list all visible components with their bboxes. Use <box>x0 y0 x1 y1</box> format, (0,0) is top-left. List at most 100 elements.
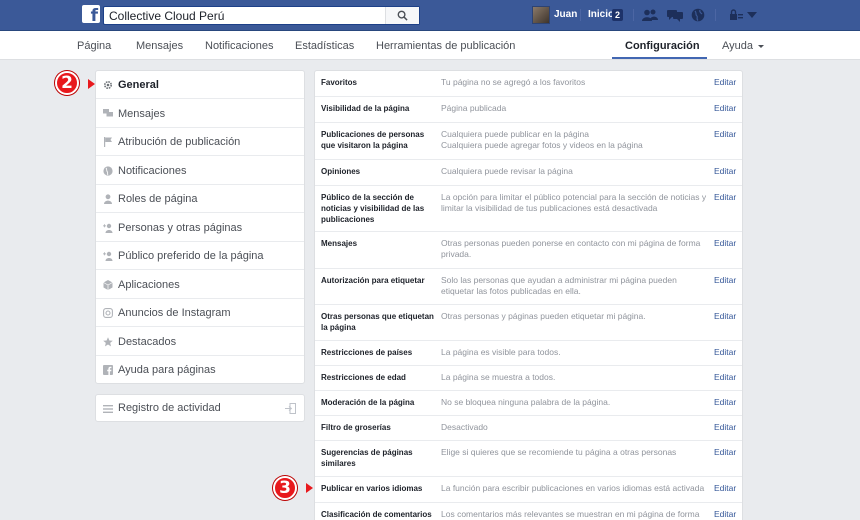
setting-row-publicaciones-de-personas: Publicaciones de personas que visitaron … <box>315 123 742 160</box>
activity-log-link[interactable]: Registro de actividad <box>95 394 305 422</box>
setting-row-filtro-groserias: Filtro de groserías Desactivado Editar <box>315 416 742 441</box>
setting-label: Autorización para etiquetar <box>321 276 425 285</box>
tab-herramientas-de-publicacion[interactable]: Herramientas de publicación <box>376 40 515 52</box>
home-link[interactable]: Inicio <box>588 9 614 20</box>
list-icon <box>103 404 113 414</box>
edit-link[interactable]: Editar <box>714 238 736 248</box>
sidebar-item-aplicaciones[interactable]: Aplicaciones <box>96 271 304 299</box>
sidebar-item-label: Notificaciones <box>118 164 187 177</box>
sidebar-item-atribucion-de-publicacion[interactable]: Atribución de publicación <box>96 128 304 156</box>
setting-label: Clasificación de comentarios <box>321 510 432 519</box>
edit-link[interactable]: Editar <box>714 129 736 139</box>
setting-value: La página se muestra a todos. <box>441 372 556 382</box>
setting-label: Público de la sección de noticias y visi… <box>321 193 425 224</box>
facebook-icon <box>103 365 113 375</box>
sidebar-item-label: General <box>118 79 159 91</box>
edit-link[interactable]: Editar <box>714 77 736 87</box>
settings-sidebar: General Mensajes Atribución de publicaci… <box>95 70 305 384</box>
search-box[interactable] <box>103 6 420 25</box>
setting-row-opiniones: Opiniones Cualquiera puede revisar la pá… <box>315 160 742 186</box>
search-input[interactable] <box>104 7 384 24</box>
setting-value: Página publicada <box>441 103 507 113</box>
star-icon <box>103 336 113 347</box>
person-plus-icon <box>103 251 113 261</box>
facebook-logo-icon[interactable]: f <box>82 5 100 23</box>
flag-icon <box>103 137 113 147</box>
sidebar-item-roles-de-pagina[interactable]: Roles de página <box>96 185 304 213</box>
setting-label: Otras personas que etiquetan la página <box>321 312 434 332</box>
page-navigation: Página Mensajes Notificaciones Estadísti… <box>0 31 860 60</box>
globe-icon <box>103 165 113 176</box>
sidebar-item-destacados[interactable]: Destacados <box>96 328 304 356</box>
search-icon <box>397 10 408 21</box>
account-menu-chevron-down-icon[interactable] <box>744 8 760 22</box>
setting-row-otras-personas-etiquetan: Otras personas que etiquetan la página O… <box>315 305 742 341</box>
sidebar-item-notificaciones[interactable]: Notificaciones <box>96 157 304 185</box>
setting-row-publico-seccion-noticias: Público de la sección de noticias y visi… <box>315 186 742 232</box>
step-marker-3: 3 <box>273 476 297 500</box>
tab-pagina[interactable]: Página <box>77 40 111 52</box>
sidebar-item-personas-y-otras-paginas[interactable]: Personas y otras páginas <box>96 214 304 242</box>
instagram-icon <box>103 308 113 318</box>
tab-ayuda[interactable]: Ayuda <box>722 40 764 52</box>
activity-log-label: Registro de actividad <box>118 402 221 414</box>
setting-value: Otras personas pueden ponerse en contact… <box>441 238 701 259</box>
edit-link[interactable]: Editar <box>714 103 736 113</box>
setting-value: Cualquiera puede publicar en la página C… <box>441 129 643 150</box>
setting-label: Publicar en varios idiomas <box>321 484 423 493</box>
friend-requests-icon[interactable] <box>642 8 658 22</box>
sidebar-item-label: Anuncios de Instagram <box>118 307 231 319</box>
edit-link[interactable]: Editar <box>714 483 736 493</box>
person-icon <box>103 194 113 204</box>
sidebar-item-label: Ayuda para páginas <box>118 364 216 376</box>
setting-row-mensajes: Mensajes Otras personas pueden ponerse e… <box>315 232 742 269</box>
chat-bubbles-icon <box>103 109 113 119</box>
setting-row-clasificacion-comentarios: Clasificación de comentarios Los comenta… <box>315 503 742 520</box>
general-settings-table: Favoritos Tu página no se agregó a los f… <box>314 70 743 520</box>
avatar[interactable] <box>532 6 550 24</box>
setting-value: No se bloquea ninguna palabra de la pági… <box>441 397 611 407</box>
tab-notificaciones[interactable]: Notificaciones <box>205 40 273 52</box>
tab-configuracion[interactable]: Configuración <box>625 40 700 52</box>
edit-link[interactable]: Editar <box>714 192 736 202</box>
edit-link[interactable]: Editar <box>714 372 736 382</box>
profile-link[interactable]: Juan <box>554 9 577 20</box>
edit-link[interactable]: Editar <box>714 397 736 407</box>
cube-icon <box>103 279 113 290</box>
setting-row-favoritos: Favoritos Tu página no se agregó a los f… <box>315 71 742 97</box>
gear-icon <box>103 80 113 90</box>
tab-estadisticas[interactable]: Estadísticas <box>295 40 354 52</box>
setting-label: Publicaciones de personas que visitaron … <box>321 130 425 150</box>
setting-label: Filtro de groserías <box>321 423 391 432</box>
edit-link[interactable]: Editar <box>714 447 736 457</box>
setting-label: Visibilidad de la página <box>321 104 410 113</box>
setting-label: Opiniones <box>321 167 361 176</box>
sidebar-item-anuncios-de-instagram[interactable]: Anuncios de Instagram <box>96 299 304 327</box>
setting-row-restricciones-edad: Restricciones de edad La página se muest… <box>315 366 742 391</box>
edit-link[interactable]: Editar <box>714 166 736 176</box>
privacy-lock-icon[interactable] <box>728 8 744 22</box>
edit-link[interactable]: Editar <box>714 422 736 432</box>
sidebar-item-general[interactable]: General <box>96 71 304 99</box>
sidebar-item-publico-preferido[interactable]: Público preferido de la página <box>96 242 304 270</box>
setting-value: Cualquiera puede revisar la página <box>441 166 573 176</box>
setting-row-varios-idiomas: Publicar en varios idiomas La función pa… <box>315 477 742 503</box>
edit-link[interactable]: Editar <box>714 509 736 519</box>
edit-link[interactable]: Editar <box>714 311 736 321</box>
notifications-globe-icon[interactable] <box>690 8 706 22</box>
setting-value: La página es visible para todos. <box>441 347 561 357</box>
setting-row-sugerencias: Sugerencias de páginas similares Elige s… <box>315 441 742 477</box>
messages-icon[interactable] <box>667 8 683 22</box>
setting-value: Solo las personas que ayudan a administr… <box>441 275 677 296</box>
search-button[interactable] <box>385 7 419 24</box>
sidebar-item-label: Destacados <box>118 335 177 348</box>
tab-mensajes[interactable]: Mensajes <box>136 40 183 52</box>
sidebar-item-ayuda-para-paginas[interactable]: Ayuda para páginas <box>96 356 304 384</box>
step-marker-2: 2 <box>55 71 79 95</box>
edit-link[interactable]: Editar <box>714 275 736 285</box>
setting-label: Restricciones de edad <box>321 373 406 382</box>
edit-link[interactable]: Editar <box>714 347 736 357</box>
setting-value: Otras personas y páginas pueden etiqueta… <box>441 311 646 321</box>
sidebar-item-mensajes[interactable]: Mensajes <box>96 100 304 128</box>
person-plus-icon <box>103 223 113 233</box>
